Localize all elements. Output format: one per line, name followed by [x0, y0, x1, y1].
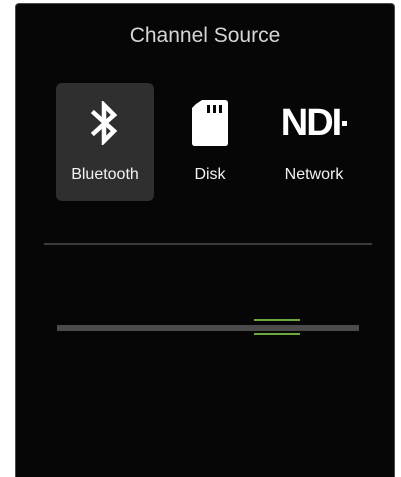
source-bluetooth-label: Bluetooth [71, 166, 139, 183]
channel-source-panel: Channel Source Bluetooth Disk NDI Networ… [15, 3, 395, 477]
level-fader-handle[interactable] [254, 319, 301, 337]
ndi-logo-dot [342, 120, 348, 126]
section-divider [44, 243, 372, 245]
source-disk-button[interactable]: Disk [161, 83, 259, 201]
source-network-button[interactable]: NDI Network [265, 83, 363, 201]
source-network-label: Network [284, 166, 344, 183]
level-fader-fill [57, 325, 278, 331]
ndi-logo-text: NDI [280, 102, 342, 144]
source-bluetooth-button[interactable]: Bluetooth [56, 83, 154, 201]
ndi-logo: NDI [265, 99, 363, 147]
level-fader-track[interactable] [57, 325, 359, 331]
fader-handle-top-line [254, 319, 301, 321]
fader-handle-bottom-line [254, 333, 301, 335]
source-selector: Bluetooth Disk NDI Network [16, 4, 394, 214]
sd-card-icon [161, 99, 259, 147]
source-disk-label: Disk [194, 166, 226, 183]
bluetooth-icon [56, 99, 154, 147]
